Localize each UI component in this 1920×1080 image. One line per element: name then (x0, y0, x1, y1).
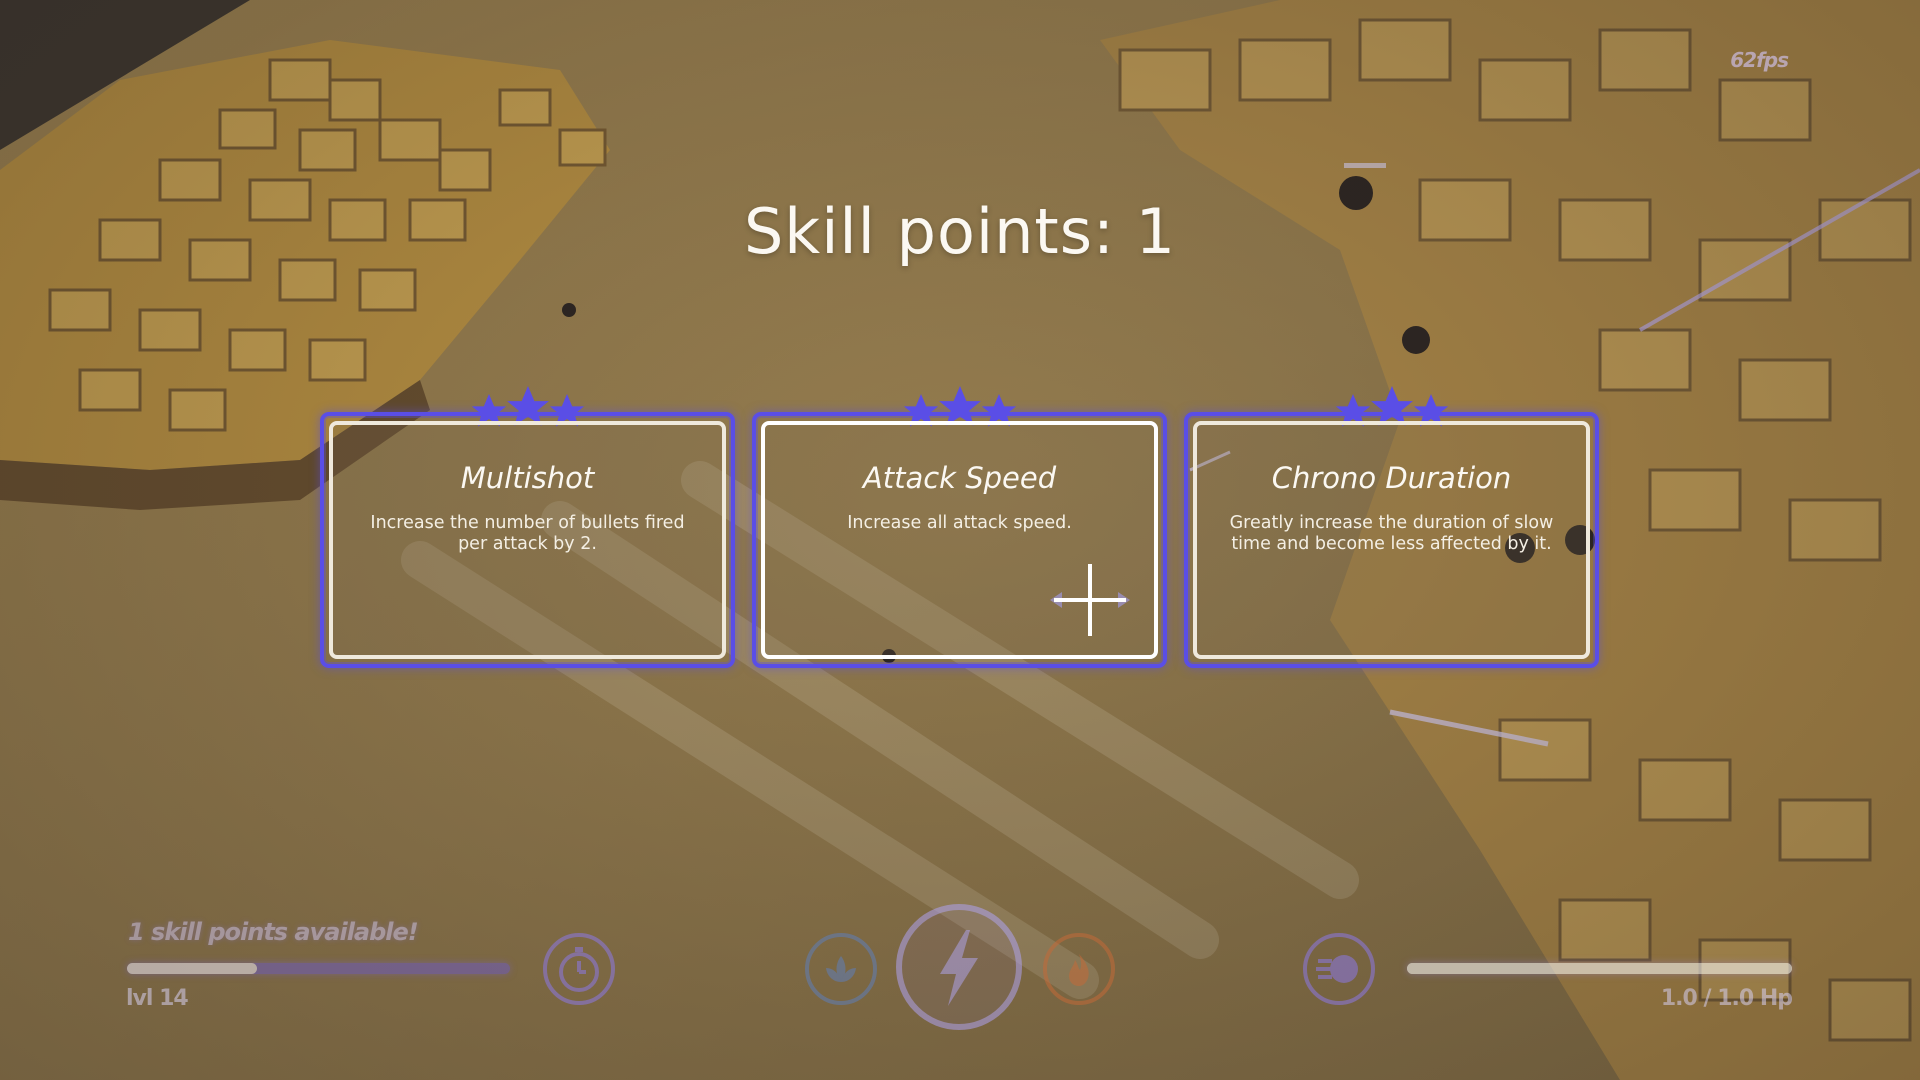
health-label: 1.0 / 1.0 Hp (1660, 986, 1793, 1011)
skill-description: Increase the number of bullets fired per… (370, 513, 685, 554)
skill-name: Multishot (460, 461, 595, 495)
stopwatch-icon (543, 933, 615, 1005)
card-frame: Multishot Increase the number of bullets… (329, 421, 726, 659)
skill-name: Chrono Duration (1271, 461, 1512, 495)
crosshair-cursor-icon (1050, 564, 1130, 636)
skill-name: Attack Speed (862, 461, 1057, 495)
ability-fire[interactable] (1042, 932, 1116, 1006)
ability-lightning[interactable] (894, 902, 1024, 1032)
lightning-icon (896, 904, 1022, 1030)
skill-card-multishot[interactable]: Multishot Increase the number of bullets… (320, 386, 735, 668)
lotus-icon (805, 933, 877, 1005)
skill-points-available-label: 1 skill points available! (128, 918, 419, 946)
skill-description: Increase all attack speed. (847, 513, 1072, 533)
ability-dash[interactable] (1302, 932, 1376, 1006)
skill-card-chrono-duration[interactable]: Chrono Duration Greatly increase the dur… (1184, 386, 1599, 668)
ability-heal[interactable] (804, 932, 878, 1006)
ability-slow-time[interactable] (542, 932, 616, 1006)
skill-description: Greatly increase the duration of slow ti… (1229, 513, 1554, 554)
fps-counter: 62fps (1730, 48, 1789, 72)
experience-bar-fill (127, 963, 258, 974)
health-bar-fill (1407, 963, 1792, 974)
card-frame: Chrono Duration Greatly increase the dur… (1193, 421, 1590, 659)
experience-bar (127, 963, 510, 974)
dash-icon (1303, 933, 1375, 1005)
flame-icon (1043, 933, 1115, 1005)
health-bar (1407, 963, 1792, 974)
level-label: lvl 14 (126, 986, 189, 1011)
skill-points-title: Skill points: 1 (743, 195, 1177, 268)
